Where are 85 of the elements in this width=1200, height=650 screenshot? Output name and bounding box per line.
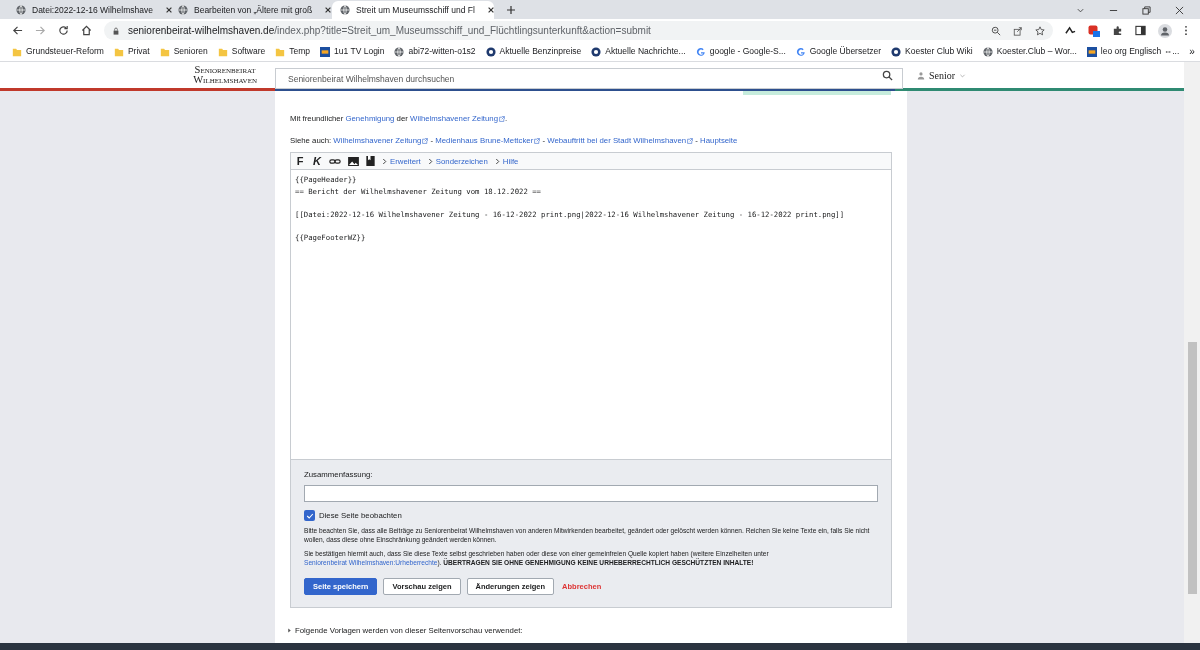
restore-icon[interactable] <box>1142 5 1151 15</box>
search-field[interactable]: Seniorenbeirat Wilhelmshaven durchsuchen <box>275 68 903 89</box>
italic-button[interactable]: K <box>312 153 322 170</box>
search-icon[interactable] <box>882 69 893 81</box>
bookmark[interactable]: Koester Club Wiki <box>891 45 973 58</box>
star-icon[interactable] <box>1035 25 1045 36</box>
extension-icon[interactable] <box>1065 25 1076 36</box>
user-menu[interactable]: Senior <box>917 67 967 83</box>
folder-icon <box>275 46 286 57</box>
globe-icon <box>16 5 26 15</box>
bookmark[interactable]: Software <box>217 45 266 58</box>
google-g-icon <box>795 46 806 57</box>
external-link-icon <box>687 137 694 144</box>
bookmark[interactable]: google - Google-S... <box>695 45 786 58</box>
folder-icon <box>217 46 228 57</box>
side-panel-icon[interactable] <box>1135 25 1146 36</box>
url-text: seniorenbeirat-wilhelmshaven.de/index.php?title=Streit_um_Museumsschiff_und_Flüchtlingsunterkunft&action=submit <box>128 24 651 38</box>
tab-title: Streit um Museumsschiff und Fl <box>356 3 475 17</box>
new-tab-icon[interactable] <box>506 5 516 15</box>
bookmark-label: 1u1 TV Login <box>334 45 385 58</box>
link-icon[interactable] <box>329 156 341 166</box>
scrollbar[interactable] <box>1184 62 1200 643</box>
bookmark[interactable]: Privat <box>113 45 150 58</box>
bookmark[interactable]: abi72-witten-o1s2 <box>394 45 476 58</box>
bookmark-label: Google Übersetzer <box>809 45 882 58</box>
browser-tab[interactable]: Bearbeiten von „Ältere mit groß <box>170 1 332 19</box>
folder-icon <box>113 46 124 57</box>
browser-tab[interactable]: Datei:2022-12-16 Wilhelmshave <box>8 1 170 19</box>
chevron-right-icon <box>427 157 433 165</box>
site-icon <box>891 46 902 57</box>
triangle-icon <box>287 628 292 634</box>
close-icon[interactable] <box>1175 5 1184 15</box>
external-link-icon <box>422 137 429 144</box>
globe-icon <box>394 46 405 57</box>
folder-icon <box>159 46 170 57</box>
bookmark-label: Privat <box>127 45 150 58</box>
bold-button[interactable]: F <box>295 153 305 170</box>
globe-icon <box>340 5 350 15</box>
bookmark[interactable]: Senioren <box>159 45 208 58</box>
bookmark-label: Temp <box>289 45 311 58</box>
back-icon[interactable] <box>12 25 23 36</box>
site-icon <box>320 46 331 57</box>
image-icon[interactable] <box>348 156 359 166</box>
bookmark[interactable]: Temp <box>275 45 311 58</box>
site-icon <box>1086 46 1097 57</box>
bookmark-label: abi72-witten-o1s2 <box>408 45 476 58</box>
bookmark-label: Software <box>231 45 266 58</box>
bookmark-label: google - Google-S... <box>709 45 786 58</box>
external-link-icon <box>534 137 541 144</box>
close-icon[interactable] <box>164 6 173 14</box>
book-icon[interactable] <box>366 156 375 167</box>
watch-checkbox[interactable] <box>304 510 315 522</box>
profile-icon[interactable] <box>1158 23 1172 38</box>
address-bar[interactable]: seniorenbeirat-wilhelmshaven.de/index.php?title=Streit_um_Museumsschiff_und_Flüchtlingsunterkunft&action=submit <box>104 21 1053 40</box>
bookmark-label: Grundsteuer-Reform <box>26 45 104 58</box>
google-g-icon <box>695 46 706 57</box>
site-logo[interactable]: Seniorenbeirat Wilhelmshaven <box>193 65 257 85</box>
reload-icon[interactable] <box>58 25 69 36</box>
globe-icon <box>178 5 188 15</box>
bookmark[interactable]: Grundsteuer-Reform <box>12 45 104 58</box>
home-icon[interactable] <box>81 25 92 36</box>
bookmark[interactable]: 1u1 TV Login <box>320 45 385 58</box>
puzzle-icon[interactable] <box>1112 25 1123 36</box>
more-bookmarks-button[interactable]: » <box>1189 44 1195 59</box>
user-icon <box>917 70 925 80</box>
lock-icon <box>112 26 120 35</box>
close-icon[interactable] <box>324 6 333 14</box>
chevron-right-icon <box>494 157 500 165</box>
zoom-out-icon[interactable] <box>991 25 1001 36</box>
summary-field[interactable] <box>304 485 878 503</box>
tab-title: Datei:2022-12-16 Wilhelmshave <box>32 3 153 17</box>
external-link-icon <box>499 115 506 122</box>
share-icon[interactable] <box>1013 25 1023 36</box>
close-icon[interactable] <box>486 6 495 14</box>
bookmark-label: Senioren <box>173 45 208 58</box>
site-icon <box>485 46 496 57</box>
bookmark[interactable]: Google Übersetzer <box>795 45 882 58</box>
site-icon <box>591 46 602 57</box>
tab-title: Bearbeiten von „Ältere mit groß <box>194 3 313 17</box>
globe-icon <box>982 46 993 57</box>
folder-icon <box>12 46 22 57</box>
bookmark-label: Koester Club Wiki <box>905 45 973 58</box>
chevron-right-icon <box>382 157 387 165</box>
more-menu-icon[interactable] <box>1184 25 1188 36</box>
browser-tab[interactable]: Streit um Museumsschiff und Fl <box>332 1 494 19</box>
